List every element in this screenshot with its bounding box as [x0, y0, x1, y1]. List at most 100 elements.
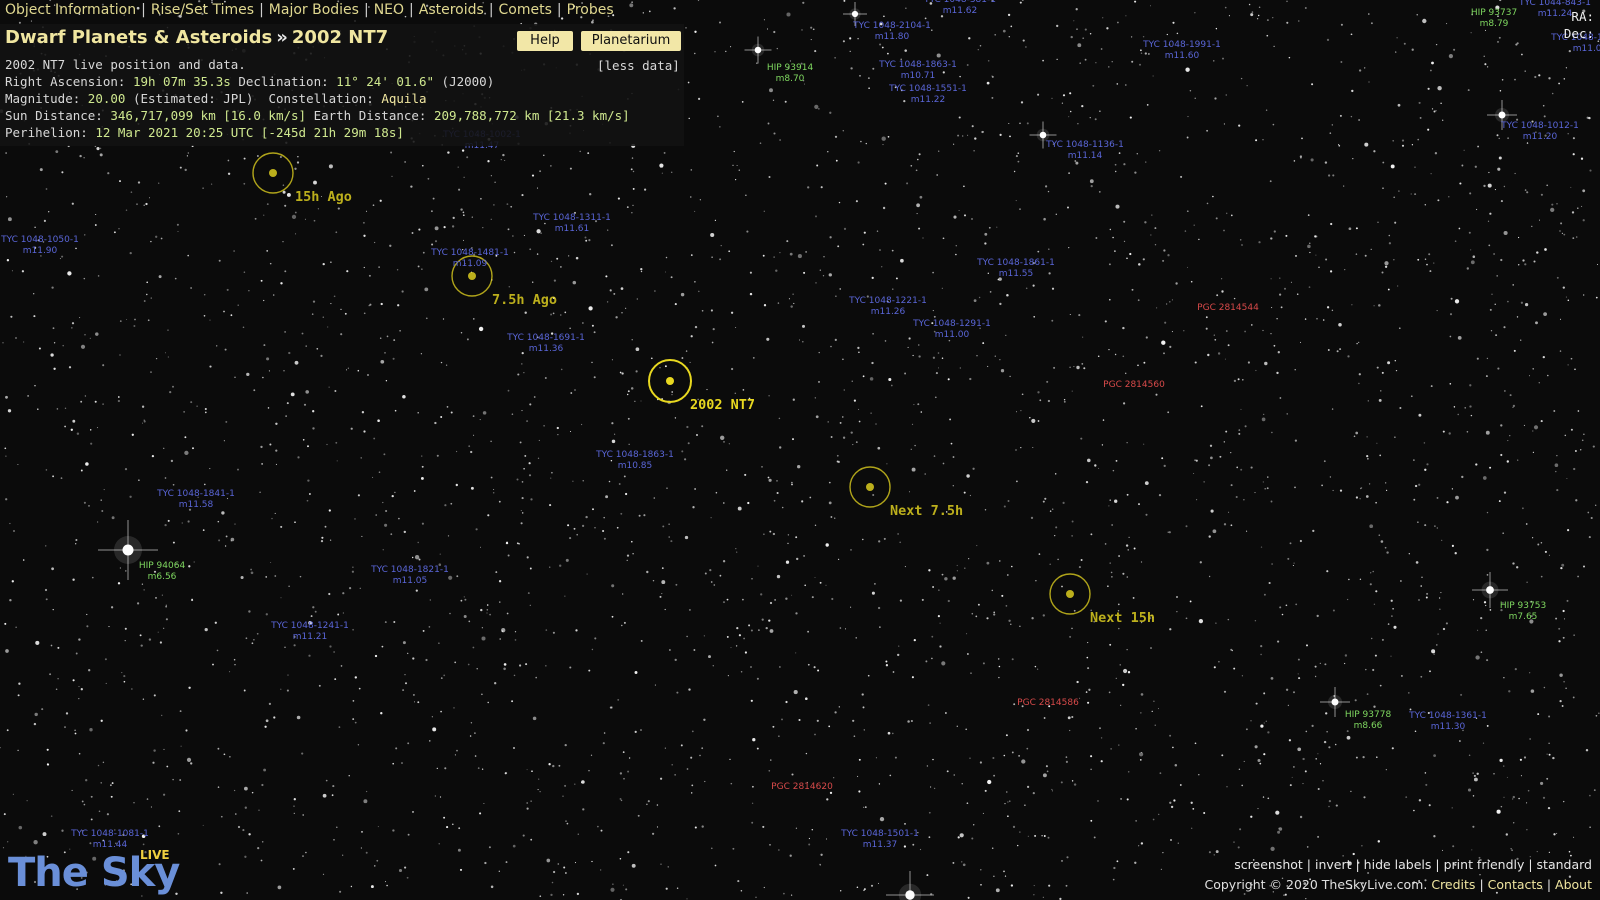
catalog-magnitude: m11.36 [529, 344, 564, 354]
site-logo[interactable]: The Sky LIVE [8, 848, 180, 896]
catalog-label-pgc[interactable]: PGC 2814544 [1197, 303, 1259, 313]
breadcrumb-separator: » [276, 27, 288, 48]
catalog-magnitude: m11.09 [453, 259, 488, 269]
catalog-name: TYC 1044-843-1 [1518, 0, 1591, 8]
magnitude-label: Magnitude: [5, 91, 81, 106]
catalog-magnitude: m8.79 [1480, 19, 1509, 29]
catalog-magnitude: m11.37 [863, 840, 898, 850]
dec-value: 11° 24' 01.6" [336, 74, 435, 89]
marker-dot [468, 272, 476, 280]
copyright-text: Copyright © 2020 TheSkyLive.com. [1204, 877, 1428, 892]
catalog-magnitude: m11.21 [293, 632, 328, 642]
catalog-name: TYC 1048-1481-1 [430, 248, 509, 258]
catalog-name: HIP 93753 [1500, 601, 1546, 611]
catalog-name: TYC 1048-1861-1 [976, 258, 1055, 268]
catalog-magnitude: m11.00 [935, 330, 970, 340]
catalog-magnitude: m11.55 [999, 269, 1034, 279]
catalog-name: TYC 1048-1136-1 [1045, 140, 1124, 150]
catalog-name: TYC 1048-381-1 [923, 0, 996, 5]
about-link[interactable]: About [1555, 877, 1592, 892]
help-button[interactable]: Help [517, 31, 573, 51]
standard-link[interactable]: standard [1537, 857, 1592, 872]
earth-distance-value: 209,788,772 km [21.3 km/s] [434, 108, 630, 123]
nav-probes[interactable]: Probes [567, 2, 614, 18]
catalog-magnitude: m11.14 [1068, 151, 1103, 161]
catalog-name: TYC 1048-1291-1 [912, 319, 991, 329]
catalog-name: TYC 1048-2104-1 [852, 21, 931, 31]
marker-label: 15h Ago [295, 189, 352, 205]
contacts-link[interactable]: Contacts [1488, 877, 1543, 892]
catalog-magnitude: m11.26 [871, 307, 906, 317]
catalog-name: TYC 1048-1501-1 [840, 829, 919, 839]
catalog-name: PGC 2814620 [771, 782, 833, 792]
top-navigation: Object Information | Rise/Set Times | Major … [5, 2, 614, 18]
catalog-magnitude: m10.71 [901, 71, 936, 81]
nav-asteroids[interactable]: Asteroids [419, 2, 484, 18]
nav-separator: | [363, 2, 369, 18]
nav-neo[interactable]: NEO [374, 2, 404, 18]
footer-separator: | [1546, 877, 1552, 892]
magnitude-note: (Estimated: JPL) [132, 91, 254, 106]
constellation-link[interactable]: Aquila [381, 91, 426, 106]
catalog-name: TYC 1048-1241-1 [270, 621, 349, 631]
print-friendly-link[interactable]: print friendly [1444, 857, 1525, 872]
dec-label: Declination: [238, 74, 329, 89]
catalog-label-pgc[interactable]: PGC 2814586 [1017, 698, 1079, 708]
logo-live-badge: LIVE [140, 848, 170, 862]
credits-link[interactable]: Credits [1431, 877, 1475, 892]
breadcrumb-current: 2002 NT7 [291, 27, 389, 48]
sun-distance-label: Sun Distance: [5, 108, 103, 123]
catalog-name: TYC 1048-1361-1 [1408, 711, 1487, 721]
breadcrumb-parent[interactable]: Dwarf Planets & Asteroids [5, 27, 272, 48]
catalog-name: PGC 2814586 [1017, 698, 1079, 708]
catalog-name: PGC 2814544 [1197, 303, 1259, 313]
nav-comets[interactable]: Comets [499, 2, 552, 18]
catalog-label-pgc[interactable]: PGC 2814560 [1103, 380, 1165, 390]
screenshot-link[interactable]: screenshot [1234, 857, 1303, 872]
catalog-name: TYC 1048-1821-1 [370, 565, 449, 575]
catalog-name: TYC 1048-1050-1 [0, 235, 79, 245]
marker-label: Next 15h [1090, 610, 1155, 626]
marker-dot [866, 483, 874, 491]
catalog-name: TYC 1048-1991-1 [1142, 40, 1221, 50]
catalog-magnitude: m11.20 [1523, 132, 1558, 142]
constellation-label: Constellation: [268, 91, 374, 106]
marker-label: 2002 NT7 [690, 397, 755, 413]
catalog-label-pgc[interactable]: PGC 2814620 [771, 782, 833, 792]
planetarium-button[interactable]: Planetarium [581, 31, 681, 51]
catalog-magnitude: m11.61 [555, 224, 590, 234]
nav-separator: | [141, 2, 146, 18]
sun-distance-value: 346,717,099 km [16.0 km/s] [110, 108, 307, 123]
dec-readout-label: Dec: [1563, 26, 1594, 41]
catalog-magnitude: m11.60 [1165, 51, 1200, 61]
marker-label: 7.5h Ago [492, 292, 557, 308]
catalog-name: TYC 1048-1551-1 [888, 84, 967, 94]
catalog-magnitude: m11.80 [875, 32, 910, 42]
catalog-name: TYC 1048-1863-1 [595, 450, 674, 460]
marker-dot [1066, 590, 1074, 598]
catalog-name: TYC 1048-1012-1 [1500, 121, 1579, 131]
catalog-name: PGC 2814560 [1103, 380, 1165, 390]
marker-label: Next 7.5h [890, 503, 963, 519]
catalog-magnitude: m8.66 [1354, 721, 1383, 731]
footer-separator: | [1479, 877, 1484, 892]
catalog-magnitude: m11.06 [1573, 44, 1600, 54]
catalog-magnitude: m11.62 [943, 6, 978, 16]
nav-object-information[interactable]: Object Information [5, 2, 136, 18]
catalog-magnitude: m11.58 [179, 500, 214, 510]
nav-major-bodies[interactable]: Major Bodies [269, 2, 359, 18]
nav-rise-set-times[interactable]: Rise/Set Times [151, 2, 254, 18]
live-caption: 2002 NT7 live position and data. [5, 57, 246, 72]
coordinate-readout: RA: Dec: [1564, 8, 1594, 42]
nav-separator: | [488, 2, 494, 18]
page-title: Dwarf Planets & Asteroids» 2002 NT7 [5, 27, 388, 48]
invert-link[interactable]: invert [1315, 857, 1352, 872]
catalog-name: HIP 94064 [139, 561, 186, 571]
magnitude-value: 20.00 [87, 91, 126, 106]
hide-labels-link[interactable]: hide labels [1364, 857, 1432, 872]
catalog-name: TYC 1048-1221-1 [848, 296, 927, 306]
nav-separator: | [259, 2, 264, 18]
catalog-magnitude: m11.05 [393, 576, 428, 586]
catalog-name: HIP 93914 [767, 63, 814, 73]
catalog-name: TYC 1048-1691-1 [506, 333, 585, 343]
